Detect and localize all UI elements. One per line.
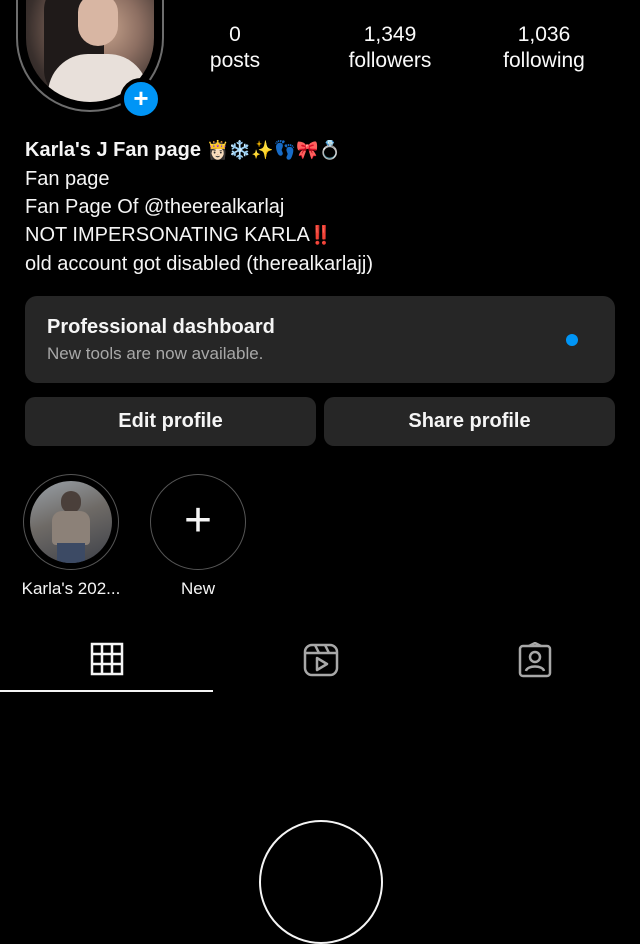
followers-stat[interactable]: 1,349 followers [325, 22, 455, 74]
posts-label: posts [209, 49, 261, 72]
highlight-cover-image [30, 481, 112, 563]
following-label: following [503, 49, 585, 72]
new-highlight-label: New [180, 579, 215, 598]
dashboard-subtitle: New tools are now available. [47, 344, 264, 363]
reels-icon [303, 643, 339, 677]
bio-line-mention: Fan Page Of @theerealkarlaj [25, 193, 373, 221]
tab-grid[interactable] [0, 640, 213, 692]
profile-name-emojis: 👸🏻❄️✨👣🎀💍 [206, 140, 341, 161]
followers-label: followers [348, 49, 432, 72]
followers-count: 1,349 [363, 23, 417, 46]
highlight-circle [23, 474, 119, 570]
create-post-button[interactable] [259, 820, 383, 944]
tab-tagged[interactable] [427, 640, 640, 692]
bio-line: NOT IMPERSONATING KARLA [25, 224, 310, 246]
profile-name: Karla's J Fan page [25, 139, 201, 161]
highlight-item[interactable]: Karla's 202... [21, 474, 121, 599]
dashboard-title: Professional dashboard [47, 316, 275, 338]
bio-line: Fan Page Of @theerealkarlaj [25, 196, 285, 218]
edit-profile-button[interactable]: Edit profile [25, 397, 316, 446]
notification-dot-icon [566, 334, 578, 346]
plus-icon: + [183, 494, 213, 547]
following-count: 1,036 [517, 23, 571, 46]
bio-line-warning: NOT IMPERSONATING KARLA‼️ [25, 221, 373, 250]
highlight-circle: + [150, 474, 246, 570]
profile-name-line: Karla's J Fan page 👸🏻❄️✨👣🎀💍 [25, 136, 373, 165]
following-stat[interactable]: 1,036 following [479, 22, 609, 74]
highlight-label: Karla's 202... [21, 579, 121, 598]
bio-line: Fan page [25, 168, 110, 190]
tagged-icon [518, 642, 552, 678]
posts-count: 0 [229, 23, 241, 46]
posts-stat[interactable]: 0 posts [170, 22, 300, 74]
active-tab-indicator [0, 690, 213, 692]
profile-bio: Karla's J Fan page 👸🏻❄️✨👣🎀💍 Fan page Fan… [25, 136, 373, 278]
tab-reels[interactable] [213, 640, 426, 692]
professional-dashboard-card[interactable]: Professional dashboard New tools are now… [25, 296, 615, 383]
profile-avatar[interactable]: + [16, 0, 168, 120]
new-highlight-button[interactable]: + New [148, 474, 248, 599]
add-story-plus-icon[interactable]: + [120, 78, 162, 120]
grid-icon [90, 642, 124, 676]
double-exclamation-icon: ‼️ [309, 225, 333, 246]
bio-line: old account got disabled (therealkarlajj… [25, 253, 373, 275]
share-profile-button[interactable]: Share profile [324, 397, 615, 446]
